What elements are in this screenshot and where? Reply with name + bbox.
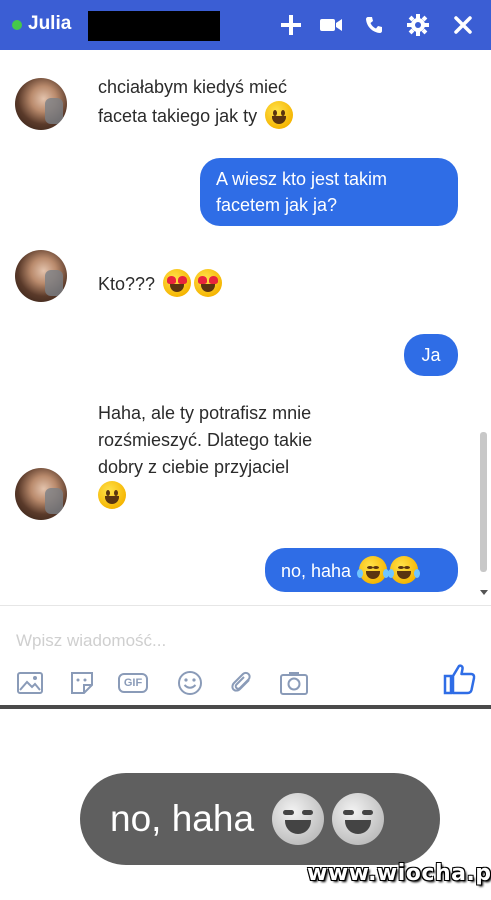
message-line: dobry z ciebie przyjaciel bbox=[98, 457, 290, 477]
gear-icon[interactable] bbox=[403, 10, 433, 40]
image-icon[interactable] bbox=[14, 668, 46, 698]
contact-avatar[interactable] bbox=[15, 78, 67, 130]
contact-avatar[interactable] bbox=[15, 468, 67, 520]
plus-icon[interactable] bbox=[276, 10, 306, 40]
tears-of-joy-emoji-icon bbox=[332, 793, 385, 845]
outgoing-message: A wiesz kto jest takim facetem jak ja? bbox=[200, 158, 458, 226]
message-line: no, haha bbox=[281, 561, 352, 581]
gif-icon[interactable]: GIF bbox=[117, 668, 149, 698]
message-line: Kto??? bbox=[98, 274, 156, 294]
incoming-message: Haha, ale ty potrafisz mnie rozśmieszyć.… bbox=[98, 400, 312, 510]
message-input[interactable] bbox=[16, 628, 396, 654]
scrollbar-thumb[interactable] bbox=[480, 432, 487, 572]
contact-avatar[interactable] bbox=[15, 250, 67, 302]
zoomed-message-text: no, haha bbox=[110, 798, 255, 839]
heart-eyes-emoji-icon bbox=[194, 269, 223, 297]
message-line: A wiesz kto jest takim bbox=[216, 169, 388, 189]
tears-of-joy-emoji-icon bbox=[272, 793, 325, 845]
incoming-message: Kto??? bbox=[98, 269, 223, 298]
contact-name[interactable]: Julia bbox=[28, 13, 71, 35]
incoming-message: chciałabym kiedyś mieć faceta takiego ja… bbox=[98, 74, 294, 130]
message-line: Haha, ale ty potrafisz mnie bbox=[98, 403, 312, 423]
camera-icon[interactable] bbox=[278, 668, 310, 698]
heart-eyes-emoji-icon bbox=[163, 269, 192, 297]
message-line: rozśmieszyć. Dlatego takie bbox=[98, 430, 313, 450]
message-list[interactable]: chciałabym kiedyś mieć faceta takiego ja… bbox=[0, 50, 491, 605]
thumbs-up-icon[interactable] bbox=[443, 663, 477, 700]
online-status-dot bbox=[12, 20, 22, 30]
zoomed-message-bubble: no, haha bbox=[80, 773, 440, 865]
message-line: faceta takiego jak ty bbox=[98, 106, 258, 126]
chat-header: Julia bbox=[0, 0, 491, 50]
phone-icon[interactable] bbox=[359, 10, 389, 40]
message-line: chciałabym kiedyś mieć bbox=[98, 77, 288, 97]
message-line: facetem jak ja? bbox=[216, 195, 338, 215]
outgoing-message: no, haha bbox=[265, 548, 458, 592]
outgoing-message: Ja bbox=[404, 334, 458, 376]
redacted-surname bbox=[88, 11, 220, 41]
tears-of-joy-emoji-icon bbox=[357, 556, 390, 584]
message-line: Ja bbox=[421, 345, 441, 365]
attachment-icon[interactable] bbox=[226, 668, 258, 698]
sticker-icon[interactable] bbox=[66, 668, 98, 698]
video-camera-icon[interactable] bbox=[316, 10, 346, 40]
watermark: www.wiocha.pl bbox=[307, 861, 491, 886]
smiling-face-emoji-icon bbox=[98, 481, 126, 509]
emoji-icon[interactable] bbox=[174, 668, 206, 698]
scroll-down-arrow-icon[interactable] bbox=[480, 590, 488, 595]
tears-of-joy-emoji-icon bbox=[388, 556, 421, 584]
gif-label: GIF bbox=[117, 673, 149, 693]
close-icon[interactable] bbox=[448, 10, 478, 40]
smiling-face-emoji-icon bbox=[265, 101, 294, 129]
message-composer: GIF bbox=[0, 605, 491, 705]
divider bbox=[0, 705, 491, 709]
